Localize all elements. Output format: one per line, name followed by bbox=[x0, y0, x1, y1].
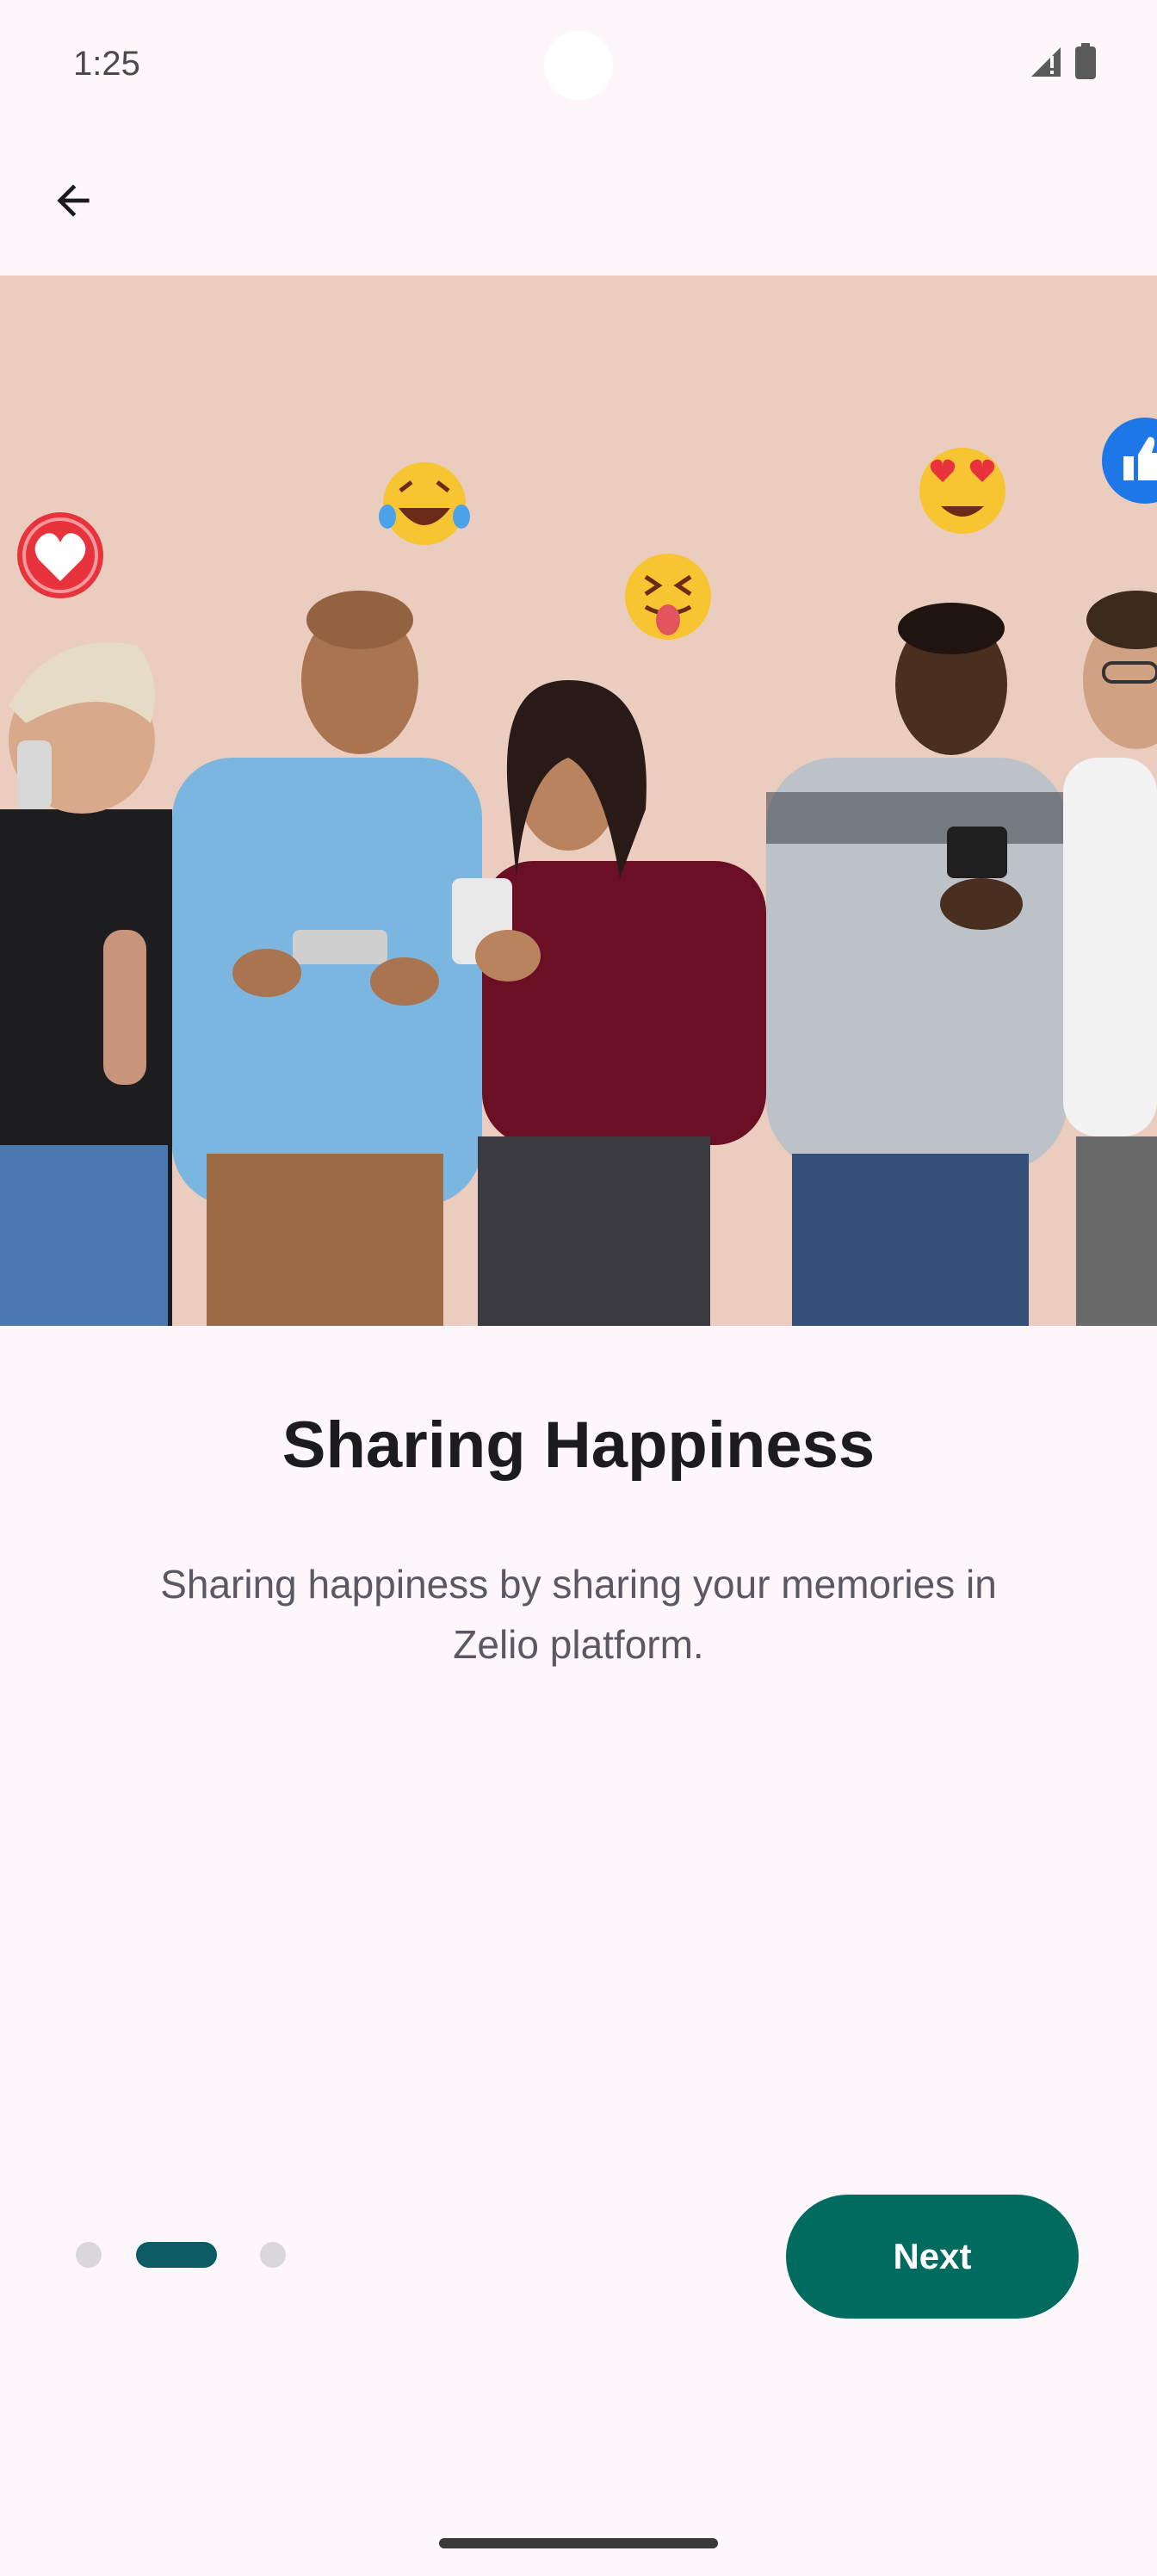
page-title: Sharing Happiness bbox=[282, 1409, 875, 1482]
signal-icon bbox=[1028, 44, 1062, 83]
page-indicator bbox=[76, 2242, 286, 2268]
heart-reaction-icon bbox=[17, 512, 103, 598]
page-dot-2-active[interactable] bbox=[136, 2242, 217, 2268]
heart-eyes-emoji-icon bbox=[919, 448, 1005, 534]
onboarding-screen: 1:25 Sharing Happiness Sharing happiness… bbox=[0, 0, 1157, 2576]
status-icons bbox=[1028, 43, 1097, 84]
next-button[interactable]: Next bbox=[786, 2195, 1079, 2319]
page-description: Sharing happiness by sharing your memori… bbox=[160, 1562, 997, 1667]
person-1 bbox=[0, 642, 172, 1326]
app-bar bbox=[0, 129, 1157, 276]
hero-image bbox=[0, 276, 1157, 1326]
status-bar: 1:25 bbox=[0, 0, 1157, 129]
people-with-phones-illustration bbox=[0, 276, 1157, 1326]
back-button[interactable] bbox=[34, 164, 112, 241]
battery-icon bbox=[1074, 43, 1097, 84]
status-time: 1:25 bbox=[73, 45, 140, 83]
arrow-back-icon bbox=[49, 176, 97, 229]
tongue-emoji-icon bbox=[625, 554, 711, 640]
home-indicator-bar[interactable] bbox=[439, 2538, 718, 2548]
camera-cutout bbox=[544, 31, 613, 100]
page-dot-3[interactable] bbox=[260, 2242, 286, 2268]
page-dot-1[interactable] bbox=[76, 2242, 102, 2268]
